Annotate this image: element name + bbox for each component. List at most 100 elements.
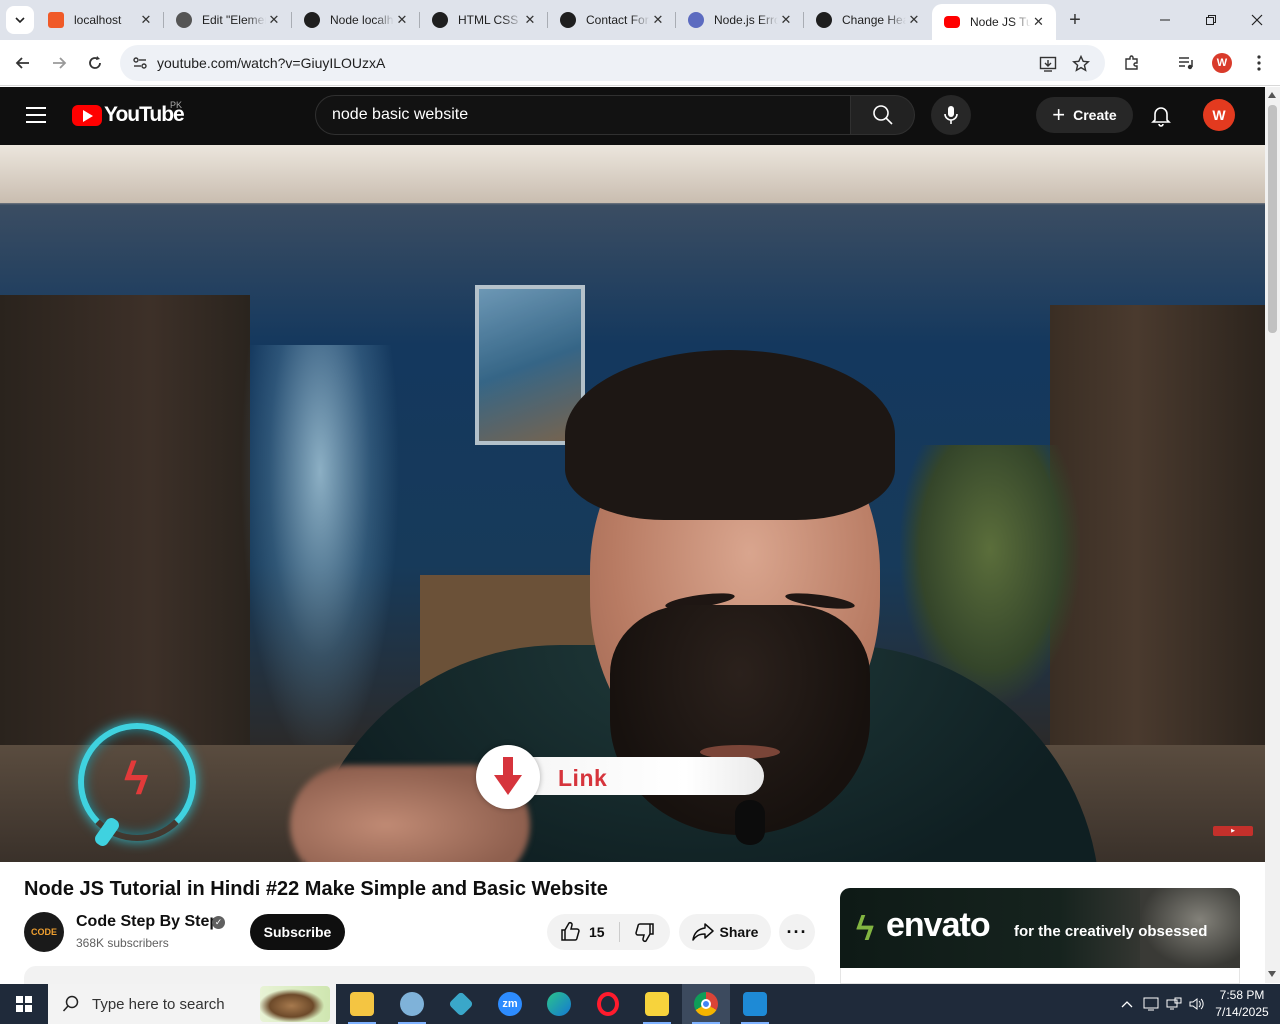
taskbar-sticky-notes[interactable] (633, 984, 681, 1024)
taskbar-paint[interactable] (388, 984, 436, 1024)
tab-search-button[interactable] (6, 6, 34, 34)
site-settings-icon[interactable] (132, 55, 148, 71)
scroll-up-arrow-icon[interactable] (1268, 92, 1276, 98)
chevron-down-icon (15, 17, 25, 24)
browser-tab-active[interactable]: Node JS Tutorial ✕ (932, 4, 1056, 40)
close-icon[interactable]: ✕ (650, 12, 666, 28)
voice-search-button[interactable] (931, 95, 971, 135)
close-icon[interactable]: ✕ (1031, 14, 1046, 30)
address-bar[interactable]: youtube.com/watch?v=GiuyILOUzxA (120, 45, 1105, 81)
taskbar-app[interactable] (437, 984, 485, 1024)
envato-ad-banner[interactable]: ϟ envato for the creatively obsessed (840, 888, 1240, 968)
clock-date: 7/14/2025 (1215, 1005, 1269, 1019)
link-overlay-bar (506, 757, 764, 795)
browser-tab[interactable]: Node.js Error ✕ (676, 0, 804, 40)
browser-tab[interactable]: HTML CSS ✕ (420, 0, 548, 40)
video-scene-lamp (240, 345, 400, 765)
extensions-button[interactable] (1121, 52, 1143, 74)
hamburger-menu-icon[interactable] (26, 107, 46, 123)
taskbar-opera[interactable] (584, 984, 632, 1024)
account-avatar[interactable]: W (1203, 99, 1235, 131)
new-tab-button[interactable]: + (1062, 8, 1088, 34)
dislike-button[interactable] (620, 914, 670, 950)
notifications-button[interactable] (1148, 103, 1174, 129)
channel-avatar[interactable]: CODE (24, 912, 64, 952)
browser-tab[interactable]: localhost ✕ (36, 0, 164, 40)
youtube-search-box[interactable] (315, 95, 851, 135)
tab-title: Contact Form (586, 13, 650, 27)
close-icon[interactable]: ✕ (266, 12, 282, 28)
close-icon[interactable]: ✕ (522, 12, 538, 28)
scroll-down-arrow-icon[interactable] (1268, 971, 1276, 977)
tab-title: HTML CSS (458, 13, 519, 27)
browser-tab[interactable]: Change Heading ✕ (804, 0, 932, 40)
vscode-icon (743, 992, 767, 1016)
subscribe-button[interactable]: Subscribe (250, 914, 345, 950)
taskbar-zoom[interactable]: zm (486, 984, 534, 1024)
close-window-button[interactable] (1234, 0, 1280, 40)
back-button[interactable] (8, 48, 38, 78)
forward-button[interactable] (44, 48, 74, 78)
browser-toolbar: youtube.com/watch?v=GiuyILOUzxA (0, 40, 1280, 86)
like-button[interactable]: 15 (547, 914, 619, 950)
chatgpt-favicon-icon (432, 12, 448, 28)
taskbar-clock[interactable]: 7:58 PM 7/14/2025 (1208, 987, 1276, 1021)
tab-title: Edit "Elementor" (202, 13, 266, 27)
like-count: 15 (589, 924, 605, 940)
media-controls-button[interactable] (1175, 52, 1197, 74)
ad-tagline: for the creatively obsessed (1014, 923, 1208, 940)
volume-button[interactable] (1186, 984, 1208, 1024)
folder-icon (350, 992, 374, 1016)
search-button[interactable] (851, 95, 915, 135)
browser-menu-button[interactable] (1248, 52, 1270, 74)
close-icon[interactable]: ✕ (138, 12, 154, 28)
show-hidden-icons-button[interactable] (1118, 984, 1136, 1024)
browser-profile-avatar[interactable]: W (1212, 53, 1232, 73)
network-button[interactable] (1163, 984, 1185, 1024)
install-app-button[interactable] (1038, 54, 1058, 74)
scrollbar-thumb[interactable] (1268, 105, 1277, 333)
taskbar-edge[interactable] (535, 984, 583, 1024)
tray-app[interactable] (1140, 984, 1162, 1024)
plus-icon: + (1052, 102, 1066, 127)
close-icon[interactable]: ✕ (906, 12, 922, 28)
xampp-favicon-icon (48, 12, 64, 28)
youtube-favicon-icon (944, 16, 960, 28)
reload-button[interactable] (80, 48, 110, 78)
video-player[interactable]: ϟ Link ▶ (0, 145, 1265, 862)
speaker-icon (1189, 998, 1204, 1010)
bookmark-button[interactable] (1071, 54, 1091, 74)
minimize-button[interactable] (1142, 0, 1188, 40)
browser-tab[interactable]: Edit "Elementor" ✕ (164, 0, 292, 40)
restore-button[interactable] (1188, 0, 1234, 40)
url-text: youtube.com/watch?v=GiuyILOUzxA (157, 55, 386, 71)
tab-title: Node.js Error (714, 13, 778, 27)
subscribe-watermark-icon[interactable]: ▶ (1213, 826, 1253, 836)
create-label: Create (1073, 107, 1117, 123)
plus-icon: + (1069, 9, 1081, 31)
star-icon (1072, 55, 1090, 72)
taskbar-file-explorer[interactable] (338, 984, 386, 1024)
search-icon (872, 105, 893, 125)
chatgpt-favicon-icon (304, 12, 320, 28)
create-button[interactable]: + Create (1036, 97, 1133, 133)
taskbar-search-box[interactable]: Type here to search (48, 984, 336, 1024)
close-icon[interactable]: ✕ (778, 12, 794, 28)
description-box[interactable] (24, 966, 815, 984)
youtube-logo[interactable]: YouTube PK (72, 100, 185, 127)
taskbar-vscode[interactable] (731, 984, 779, 1024)
tab-title: Node JS Tutorial (970, 15, 1031, 29)
browser-tab[interactable]: Contact Form ✕ (548, 0, 676, 40)
more-actions-button[interactable]: ··· (779, 914, 815, 950)
channel-name-link[interactable]: Code Step By Step (76, 913, 219, 931)
page-scrollbar[interactable] (1265, 87, 1280, 983)
kebab-menu-icon (1257, 55, 1261, 71)
browser-tab[interactable]: Node localhost ✕ (292, 0, 420, 40)
start-button[interactable] (0, 984, 48, 1024)
search-input[interactable] (316, 96, 850, 134)
ad-brand: envato (886, 906, 991, 944)
taskbar-chrome[interactable] (682, 984, 730, 1024)
share-button[interactable]: Share (679, 914, 771, 950)
puzzle-icon (1125, 55, 1138, 70)
close-icon[interactable]: ✕ (394, 12, 410, 28)
